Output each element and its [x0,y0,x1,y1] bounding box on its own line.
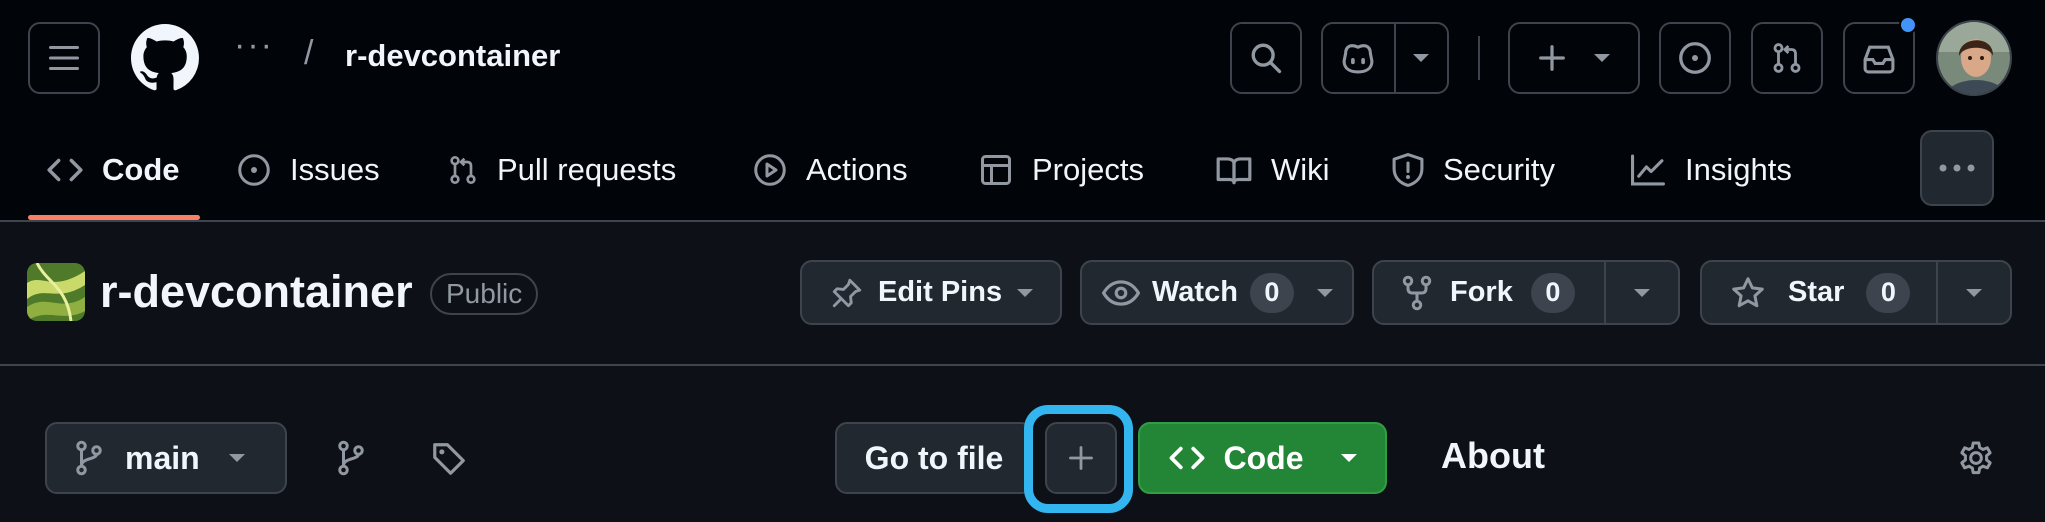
search-icon [1251,43,1282,74]
watch-count: 0 [1249,272,1294,313]
tab-issues[interactable]: Issues [236,140,380,200]
breadcrumb-repo[interactable]: r-devcontainer [345,38,560,74]
hamburger-icon [49,46,79,70]
triangle-down-icon [1340,454,1357,462]
git-branch-icon [338,440,364,476]
tab-wiki-label: Wiki [1271,152,1330,187]
fork-count: 0 [1530,272,1575,313]
issue-icon [238,154,270,186]
tab-wiki[interactable]: Wiki [1215,140,1330,200]
search-button[interactable] [1230,22,1302,94]
shield-icon [1392,153,1424,187]
notification-dot [1899,16,1917,34]
branches-link[interactable] [336,440,372,476]
book-icon [1216,157,1252,185]
kebab-horizontal-icon [1939,164,1975,172]
tab-actions[interactable]: Actions [752,140,908,200]
issue-icon [1679,42,1711,74]
gear-icon [1960,441,1992,475]
copilot-button-group [1321,22,1449,94]
code-icon [1169,446,1204,470]
go-to-file-button[interactable]: Go to file [835,422,1033,494]
code-button[interactable]: Code [1138,422,1387,494]
add-file-button[interactable] [1045,422,1117,494]
play-icon [754,154,786,186]
tab-code-label: Code [102,152,180,187]
active-tab-indicator [28,215,200,220]
tab-insights-label: Insights [1685,152,1792,187]
edit-pins-label: Edit Pins [878,276,1003,308]
watch-label: Watch [1152,276,1238,308]
copilot-icon [1342,44,1374,74]
breadcrumb-separator: / [304,34,314,72]
fork-button-group: Fork 0 [1372,260,1680,325]
branch-selector[interactable]: main [45,422,287,494]
triangle-down-icon [1966,288,1982,297]
code-button-label: Code [1223,439,1304,476]
triangle-down-icon [1316,288,1333,297]
tab-projects[interactable]: Projects [978,140,1144,200]
star-icon [1732,276,1764,307]
plus-icon [1539,45,1565,71]
create-new-button[interactable] [1508,22,1640,94]
code-icon [47,158,83,182]
triangle-down-icon [1594,54,1610,62]
graph-icon [1631,154,1665,186]
toolbar-divider [1478,36,1480,80]
fork-dropdown[interactable] [1606,262,1678,323]
pull-request-icon [1773,43,1801,73]
repo-forked-icon [1402,275,1432,310]
star-count: 0 [1866,272,1911,313]
star-button[interactable]: Star 0 [1702,262,1936,323]
about-settings-button[interactable] [1956,438,1996,478]
tab-projects-label: Projects [1032,152,1144,187]
tab-security[interactable]: Security [1391,140,1555,200]
menu-button[interactable] [28,22,100,94]
plus-icon [1069,446,1093,470]
edit-pins-button[interactable]: Edit Pins [800,260,1062,325]
git-branch-icon [76,440,102,476]
about-heading: About [1441,435,1545,476]
triangle-down-icon [1634,288,1650,297]
tab-pull-requests[interactable]: Pull requests [447,140,676,200]
inbox-icon [1863,45,1895,74]
tab-insights[interactable]: Insights [1629,140,1792,200]
star-dropdown[interactable] [1938,262,2010,323]
tag-icon [433,443,465,475]
watch-button[interactable]: Watch 0 [1080,260,1354,325]
tags-link[interactable] [430,440,468,478]
triangle-down-icon [228,454,245,462]
triangle-down-icon [1413,54,1430,62]
user-avatar[interactable] [1936,20,2012,96]
copilot-dropdown[interactable] [1396,24,1447,92]
tab-security-label: Security [1443,152,1555,187]
more-tabs-button[interactable] [1920,130,1994,206]
pin-icon [832,278,862,307]
pull-requests-button[interactable] [1751,22,1823,94]
triangle-down-icon [1017,288,1034,297]
tab-actions-label: Actions [806,152,908,187]
tab-issues-label: Issues [290,152,380,187]
star-label: Star [1788,276,1845,308]
copilot-button[interactable] [1323,24,1396,92]
branch-name: main [125,439,200,476]
tab-code[interactable]: Code [46,140,180,200]
fork-button[interactable]: Fork 0 [1374,262,1604,323]
table-icon [981,155,1011,185]
breadcrumb-more[interactable]: ··· [234,26,274,65]
star-button-group: Star 0 [1700,260,2012,325]
repo-title[interactable]: r-devcontainer [100,266,413,318]
fork-label: Fork [1450,276,1513,308]
github-logo-icon[interactable] [131,24,199,92]
tab-pull-requests-label: Pull requests [497,152,677,187]
visibility-badge: Public [430,273,539,315]
repo-owner-avatar[interactable] [27,263,85,321]
pull-request-icon [450,156,476,184]
issues-button[interactable] [1659,22,1731,94]
eye-icon [1102,279,1140,306]
